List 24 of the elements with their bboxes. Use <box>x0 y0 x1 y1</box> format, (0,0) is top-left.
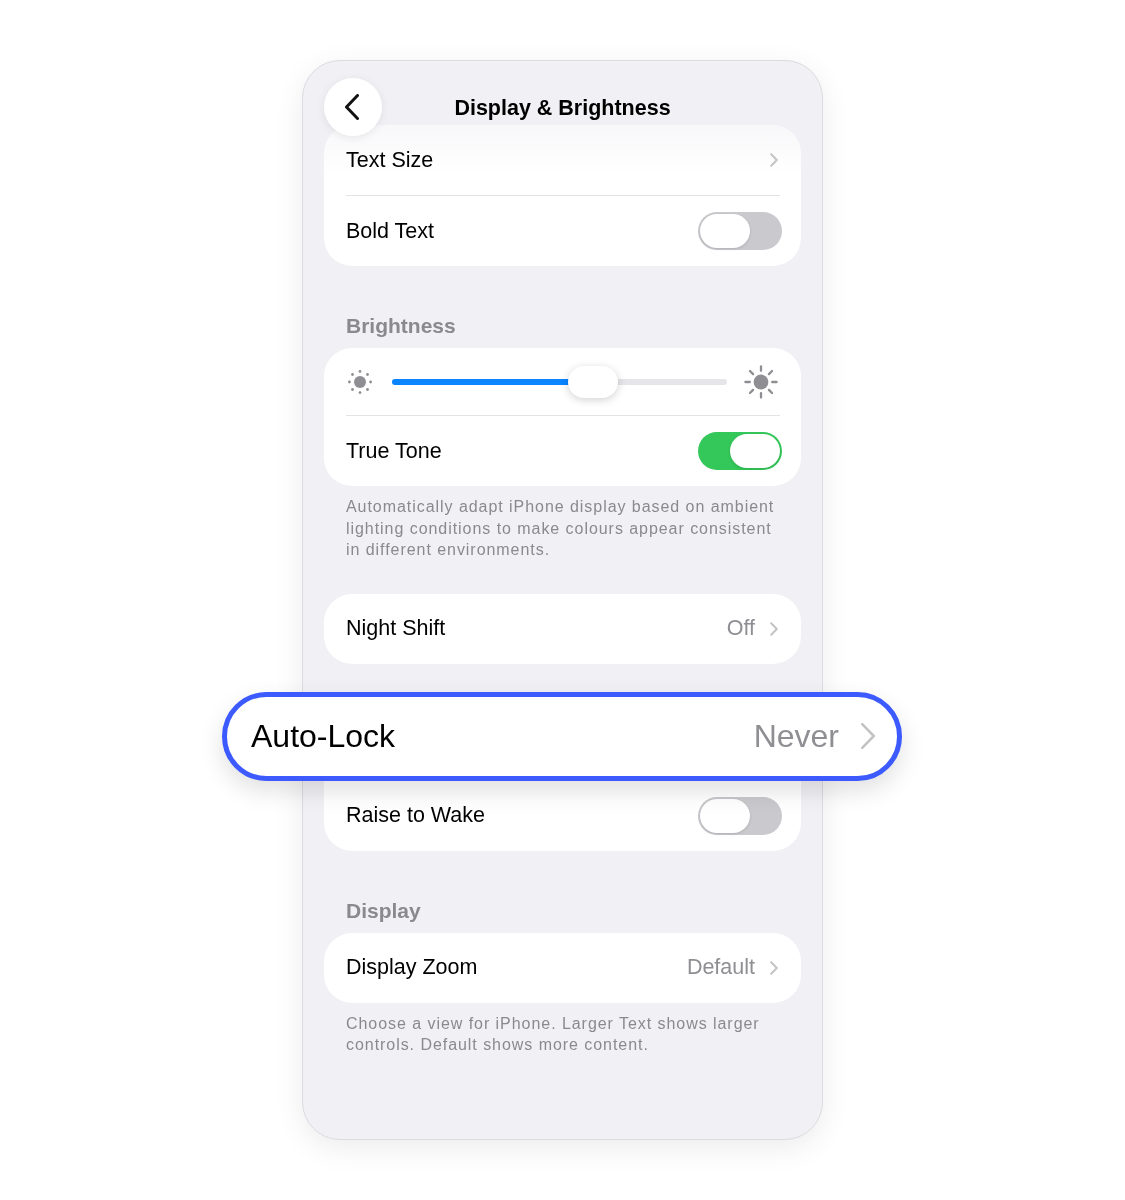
row-label: Bold Text <box>346 217 435 245</box>
back-icon <box>344 94 359 120</box>
chevron-icon <box>770 621 778 636</box>
chevron-icon <box>770 960 778 975</box>
toggle-switch[interactable] <box>698 796 782 835</box>
brightness-slider[interactable] <box>392 365 727 398</box>
row-label: Raise to Wake <box>346 802 485 830</box>
chevron-icon <box>861 723 875 749</box>
section-footer: Automatically adapt iPhone display based on ambient lighting conditions to make colours appear consistent in different environments. <box>324 496 801 561</box>
section-header: Brightness <box>345 314 457 338</box>
settings-row[interactable]: Text Size <box>324 125 801 195</box>
settings-row[interactable]: Night Shift Off <box>324 593 801 664</box>
highlighted-row[interactable]: Auto-Lock Never <box>222 691 902 781</box>
nav-title: Display & Brightness <box>454 95 671 122</box>
sun-icon <box>744 364 778 399</box>
section-header: Display <box>345 898 422 923</box>
toggle-switch[interactable] <box>698 212 782 250</box>
slider-thumb[interactable] <box>568 365 618 398</box>
sun-icon <box>347 368 373 395</box>
toggle-switch[interactable] <box>698 432 782 470</box>
section-footer: Choose a view for iPhone. Larger Text shows larger controls. Default shows more content. <box>324 1012 801 1056</box>
settings-row[interactable]: Display Zoom Default <box>324 932 801 1003</box>
row-label: True Tone <box>346 437 442 465</box>
chevron-icon <box>770 153 778 167</box>
